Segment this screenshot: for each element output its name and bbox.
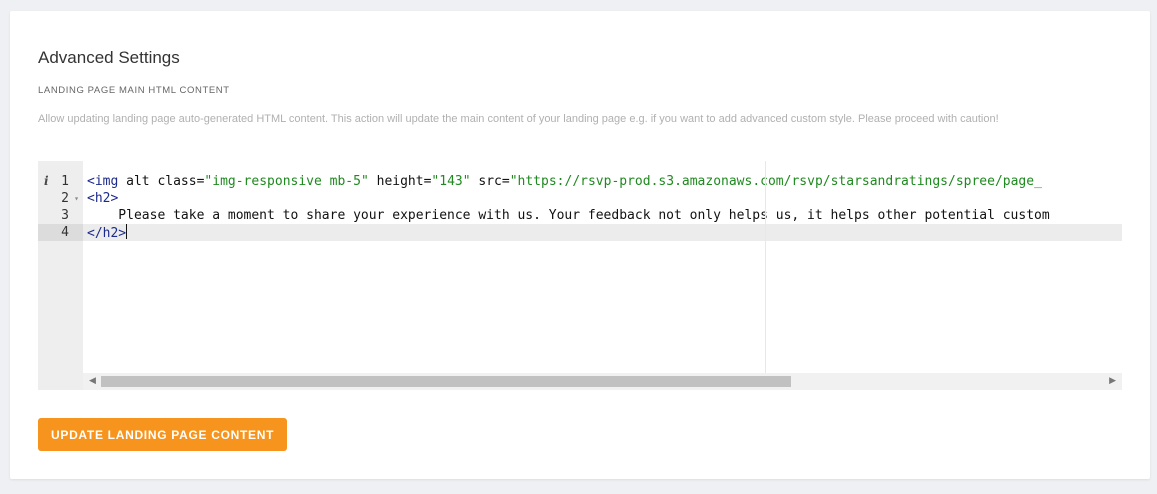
scroll-right-icon[interactable]: ▶ [1109, 375, 1116, 386]
line-number-4: 4 [38, 224, 83, 241]
advanced-settings-card: Advanced Settings LANDING PAGE MAIN HTML… [10, 11, 1150, 479]
line-number-3: 3 [61, 208, 69, 223]
horizontal-scrollbar[interactable]: ◀ ▶ [83, 373, 1122, 390]
scrollbar-thumb[interactable] [101, 376, 791, 387]
print-margin [765, 161, 766, 373]
code-area[interactable]: <img alt class="img-responsive mb-5" hei… [83, 161, 1122, 373]
section-description: Allow updating landing page auto-generat… [38, 113, 999, 125]
scroll-left-icon[interactable]: ◀ [89, 375, 96, 386]
code-line-1: <img alt class="img-responsive mb-5" hei… [87, 174, 1042, 189]
update-landing-page-button[interactable]: UPDATE LANDING PAGE CONTENT [38, 418, 288, 451]
editor-gutter: i 1 2 ▾ 3 4 [38, 161, 83, 390]
fold-arrow-icon[interactable]: ▾ [74, 190, 79, 207]
text-cursor [126, 224, 128, 239]
page-title: Advanced Settings [38, 48, 180, 67]
info-icon: i [44, 174, 49, 188]
code-line-3: Please take a moment to share your exper… [87, 208, 1050, 223]
code-line-4: </h2> [83, 224, 1122, 241]
line-number-1: i 1 [44, 174, 69, 189]
line-number-2: 2 ▾ [61, 190, 79, 207]
section-label: LANDING PAGE MAIN HTML CONTENT [38, 85, 230, 96]
code-line-2: <h2> [87, 191, 119, 206]
html-code-editor[interactable]: i 1 2 ▾ 3 4 <img alt class="img-responsi… [38, 161, 1122, 390]
